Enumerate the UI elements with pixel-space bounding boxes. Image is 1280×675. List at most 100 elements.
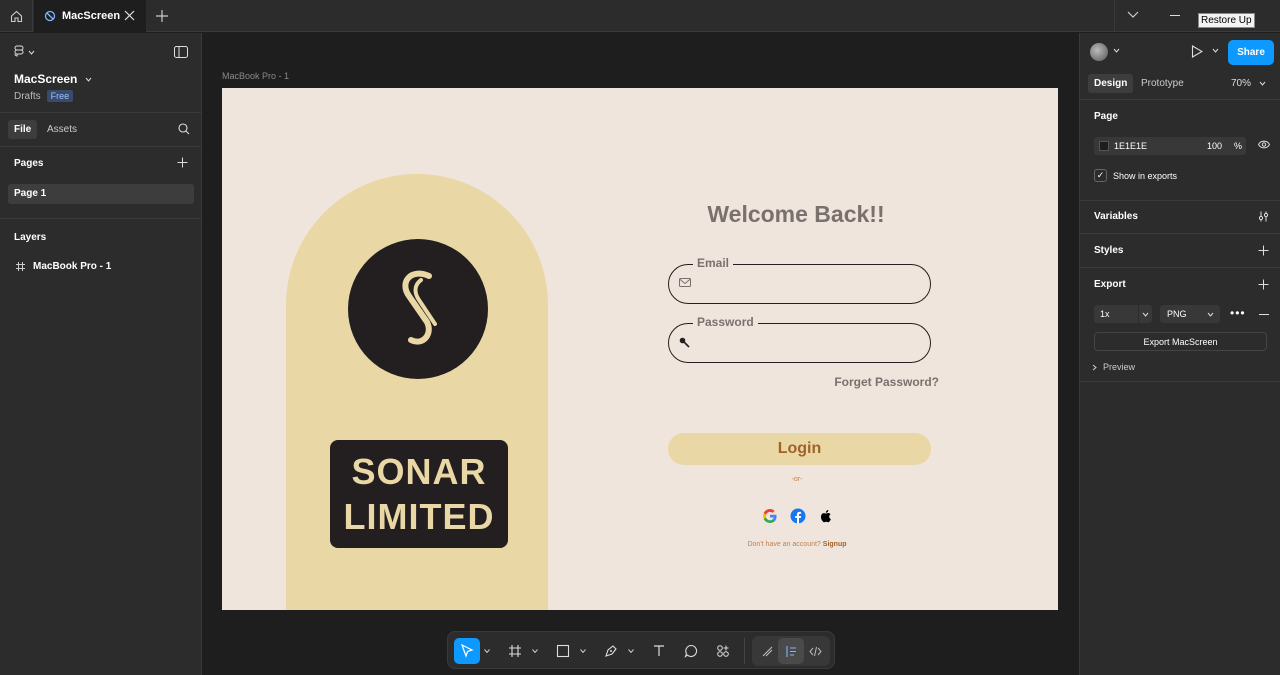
chevron-down-icon[interactable] [1212, 48, 1219, 53]
color-swatch[interactable] [1099, 141, 1109, 151]
page-opacity[interactable]: 100 [1207, 141, 1222, 151]
add-page-icon[interactable] [177, 157, 188, 168]
chevron-down-icon[interactable] [1127, 10, 1139, 20]
comment-tool-button[interactable] [678, 638, 704, 664]
shape-tool-button[interactable] [550, 638, 576, 664]
remove-export-button[interactable] [1259, 314, 1269, 315]
actions-icon [717, 645, 729, 657]
tab-label: MacScreen [62, 10, 121, 22]
move-tool-button[interactable] [454, 638, 480, 664]
chevron-down-icon[interactable] [1113, 48, 1120, 53]
email-field[interactable]: Email [668, 256, 931, 304]
export-heading: Export [1094, 279, 1126, 290]
divider [1080, 381, 1280, 382]
divider [0, 218, 202, 219]
search-icon[interactable] [178, 123, 190, 135]
plan-badge[interactable]: Free [46, 90, 74, 102]
chevron-down-icon[interactable] [580, 648, 586, 654]
sonar-logo-icon [402, 270, 437, 345]
chevron-down-icon[interactable] [532, 648, 538, 654]
eye-icon[interactable] [1258, 140, 1270, 149]
tab-design[interactable]: Design [1088, 74, 1134, 93]
facebook-icon[interactable] [790, 508, 806, 524]
password-field[interactable]: Password [668, 315, 931, 363]
pages-heading: Pages [14, 158, 44, 169]
export-scale-select[interactable]: 1x [1094, 305, 1152, 323]
window-divider [1114, 0, 1115, 32]
login-button[interactable]: Login [668, 433, 931, 465]
actions-tool-button[interactable] [710, 638, 736, 664]
share-button[interactable]: Share [1228, 40, 1274, 65]
text-tool-button[interactable] [646, 638, 672, 664]
brand-logo [348, 239, 488, 379]
export-format-select[interactable]: PNG [1160, 305, 1220, 323]
google-icon[interactable] [762, 508, 778, 524]
file-tab[interactable]: MacScreen [34, 0, 146, 32]
page-color-field[interactable]: 1E1E1E 100 % [1094, 137, 1246, 155]
tab-prototype[interactable]: Prototype [1141, 78, 1184, 89]
frame-label[interactable]: MacBook Pro - 1 [222, 71, 289, 81]
password-input[interactable] [699, 332, 919, 354]
show-in-exports-checkbox[interactable]: ✓ Show in exports [1094, 169, 1177, 182]
zoom-control[interactable]: 70% [1231, 78, 1266, 89]
divider [0, 146, 202, 147]
email-input[interactable] [699, 273, 919, 295]
close-tab-icon[interactable] [123, 9, 136, 22]
sidebar-toggle-icon[interactable] [174, 46, 188, 58]
layer-label: MacBook Pro - 1 [33, 261, 112, 272]
layers-heading: Layers [14, 232, 47, 243]
file-title[interactable]: MacScreen [14, 72, 92, 86]
export-button[interactable]: Export MacScreen [1094, 332, 1267, 351]
signup-link[interactable]: Signup [823, 541, 847, 548]
no-account-text: Don't have an account? [747, 541, 821, 548]
chevron-down-icon [1207, 312, 1214, 317]
add-export-icon[interactable] [1258, 279, 1269, 290]
code-icon [808, 646, 822, 656]
divider [0, 112, 202, 113]
chevron-down-icon [85, 77, 92, 82]
new-tab-icon[interactable] [155, 9, 169, 23]
dev-mode-button[interactable] [802, 638, 828, 664]
minimize-button[interactable] [1170, 15, 1180, 16]
forgot-password-link[interactable]: Forget Password? [782, 375, 939, 389]
avatar[interactable] [1090, 43, 1108, 61]
page-color-hex[interactable]: 1E1E1E [1114, 141, 1147, 151]
home-icon [10, 10, 22, 22]
add-style-icon[interactable] [1258, 245, 1269, 256]
play-icon[interactable] [1191, 45, 1203, 58]
chevron-down-icon[interactable] [628, 648, 634, 654]
page-item-page-1[interactable]: Page 1 [8, 184, 194, 204]
comment-icon [684, 644, 698, 658]
variables-settings-icon[interactable] [1258, 211, 1269, 222]
chevron-down-icon[interactable] [484, 648, 490, 654]
preview-toggle[interactable]: Preview [1092, 362, 1135, 372]
frame-tool-button[interactable] [502, 638, 528, 664]
email-label: Email [693, 256, 734, 270]
main-menu-button[interactable] [14, 45, 35, 59]
design-mode-button[interactable] [778, 638, 804, 664]
apple-icon[interactable] [818, 508, 834, 524]
drafts-label[interactable]: Drafts [14, 91, 41, 102]
chevron-right-icon [1092, 364, 1097, 370]
home-button[interactable] [0, 0, 33, 32]
brand-line-1: SONAR [351, 451, 487, 492]
key-icon [679, 337, 690, 348]
figma-file-icon [44, 10, 56, 22]
export-format-value: PNG [1167, 309, 1187, 319]
signup-prompt: Don't have an account? Signup [692, 541, 902, 548]
rectangle-icon [556, 644, 570, 658]
pen-tool-button[interactable] [598, 638, 624, 664]
brand-name-box: SONAR LIMITED [330, 440, 508, 548]
more-options-icon[interactable]: ••• [1230, 306, 1246, 320]
draw-mode-button[interactable] [754, 638, 780, 664]
layer-item-macbook-pro-1[interactable]: MacBook Pro - 1 [16, 261, 111, 272]
divider [1080, 267, 1280, 268]
canvas[interactable]: MacBook Pro - 1 SONAR LIMITED Welcome Ba… [203, 33, 1259, 675]
brand-line-2: LIMITED [343, 496, 495, 537]
page-heading: Page [1094, 111, 1118, 122]
chevron-down-icon[interactable] [1138, 305, 1152, 323]
toolbar-divider [744, 638, 745, 664]
design-frame[interactable]: SONAR LIMITED Welcome Back!! Email Passw… [222, 88, 1058, 610]
tab-assets[interactable]: Assets [47, 124, 77, 135]
tab-file[interactable]: File [8, 120, 38, 139]
